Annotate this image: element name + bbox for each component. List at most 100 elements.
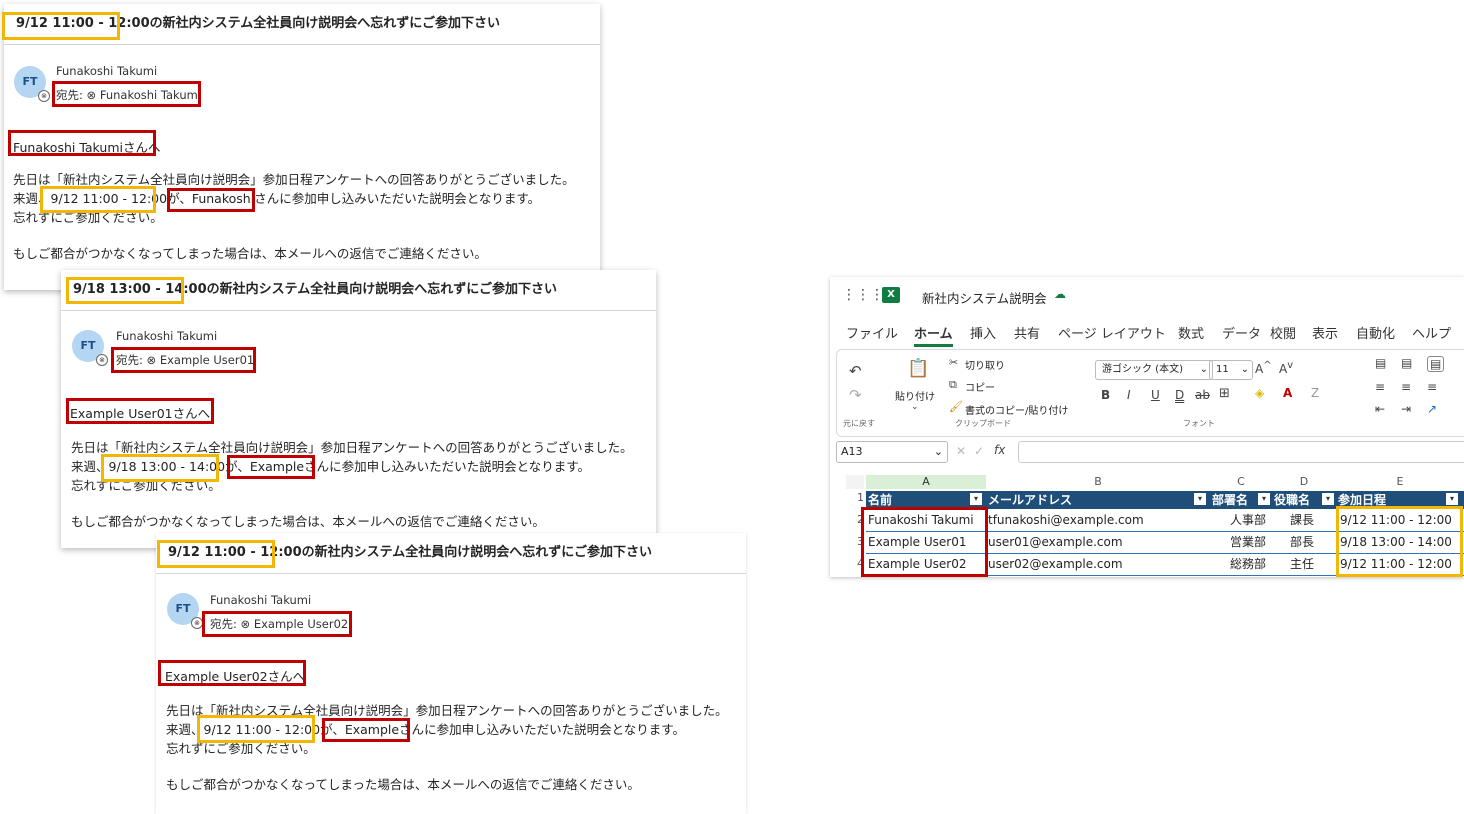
font-name-select[interactable]: 游ゴシック (本文) ⌄ bbox=[1095, 360, 1213, 380]
cell-email[interactable]: user02@example.com bbox=[988, 553, 1123, 575]
underline-icon[interactable]: U bbox=[1151, 388, 1160, 402]
column-header-d[interactable]: D bbox=[1272, 475, 1336, 489]
cell-title[interactable]: 課長 bbox=[1290, 509, 1314, 531]
copy-label[interactable]: コピー bbox=[965, 379, 995, 394]
cell-title[interactable]: 部長 bbox=[1290, 531, 1314, 553]
check-icon[interactable]: ✓ bbox=[974, 444, 984, 458]
subject-text: の新社内システム全社員向け説明会へ忘れずにご参加下さい bbox=[301, 545, 652, 560]
undo-group-label: 元に戻す bbox=[843, 419, 875, 428]
font-name-value: 游ゴシック (本文) bbox=[1102, 364, 1183, 375]
tab-data[interactable]: データ bbox=[1222, 323, 1261, 342]
decrease-font-icon[interactable]: Av bbox=[1279, 360, 1293, 376]
cut-icon[interactable]: ✂ bbox=[949, 356, 958, 369]
name-box[interactable]: A13 ⌄ bbox=[836, 441, 948, 463]
column-header-a[interactable]: A bbox=[866, 475, 986, 489]
app-launcher-icon[interactable]: ⋮⋮⋮ bbox=[842, 287, 884, 303]
filter-icon[interactable]: ▾ bbox=[1194, 493, 1206, 505]
highlight-body-name-1 bbox=[167, 188, 255, 212]
indent-increase-icon[interactable]: ⇥ bbox=[1401, 402, 1411, 416]
paste-label[interactable]: 貼り付け bbox=[895, 388, 935, 403]
highlight-body-name-3 bbox=[322, 718, 410, 742]
header-cell-department[interactable]: 部署名 bbox=[1212, 491, 1248, 509]
column-header-b[interactable]: B bbox=[986, 475, 1210, 489]
tab-home[interactable]: ホーム bbox=[914, 323, 953, 347]
highlight-greeting-3 bbox=[158, 660, 306, 686]
align-right-icon[interactable]: ≡ bbox=[1427, 380, 1437, 394]
line2-suffix: に参加申し込みいただいた説明会となります。 bbox=[424, 722, 685, 737]
font-size-select[interactable]: 11 ⌄ bbox=[1209, 360, 1253, 380]
increase-font-icon[interactable]: A^ bbox=[1255, 360, 1272, 376]
cell-email[interactable]: tfunakoshi@example.com bbox=[988, 509, 1144, 531]
function-icon[interactable]: fx bbox=[994, 443, 1005, 457]
tab-share[interactable]: 共有 bbox=[1014, 323, 1040, 342]
header-cell-title[interactable]: 役職名 bbox=[1274, 491, 1310, 509]
format-painter-icon[interactable]: 🖌 bbox=[949, 400, 963, 413]
highlight-recipient-3 bbox=[202, 611, 352, 637]
align-bottom-icon[interactable]: ▤ bbox=[1427, 356, 1445, 372]
tab-help[interactable]: ヘルプ bbox=[1412, 323, 1451, 342]
italic-icon[interactable]: I bbox=[1127, 388, 1131, 402]
highlight-body-name-2 bbox=[227, 455, 315, 479]
select-all-corner[interactable] bbox=[846, 475, 864, 489]
highlight-subject-date-3 bbox=[157, 540, 275, 568]
email-body: 先日は「新社内システム全社員向け説明会」参加日程アンケートへの回答ありがとうござ… bbox=[71, 438, 633, 531]
undo-icon[interactable]: ↶ bbox=[849, 362, 862, 380]
cell-department[interactable]: 総務部 bbox=[1230, 553, 1266, 575]
bold-icon[interactable]: B bbox=[1101, 388, 1110, 402]
header-cell-email[interactable]: メールアドレス bbox=[988, 491, 1072, 509]
tab-page-layout[interactable]: ページ レイアウト bbox=[1058, 323, 1166, 342]
avatar-overlay: ⊗ bbox=[72, 330, 108, 366]
copy-icon[interactable]: ⧉ bbox=[949, 378, 957, 392]
filter-icon[interactable]: ▾ bbox=[1446, 493, 1458, 505]
presence-icon: ⊗ bbox=[38, 90, 50, 102]
tab-formulas[interactable]: 数式 bbox=[1178, 323, 1204, 342]
tab-view[interactable]: 表示 bbox=[1312, 323, 1338, 342]
avatar-overlay: ⊗ bbox=[14, 66, 50, 102]
clear-format-icon[interactable]: Z bbox=[1311, 386, 1319, 400]
tab-automate[interactable]: 自動化 bbox=[1356, 323, 1395, 342]
subject-text: の新社内システム全社員向け説明会へ忘れずにご参加下さい bbox=[206, 282, 557, 297]
tab-review[interactable]: 校閲 bbox=[1270, 323, 1296, 342]
cell-email[interactable]: user01@example.com bbox=[988, 531, 1123, 553]
formula-input[interactable] bbox=[1018, 441, 1464, 463]
indent-decrease-icon[interactable]: ⇤ bbox=[1375, 402, 1385, 416]
body-line-4: もしご都合がつかなくなってしまった場合は、本メールへの返信でご連絡ください。 bbox=[166, 777, 640, 792]
double-underline-icon[interactable]: D bbox=[1175, 388, 1184, 402]
align-left-icon[interactable]: ≡ bbox=[1375, 380, 1385, 394]
font-group-label: フォント bbox=[1183, 419, 1215, 428]
avatar-overlay: ⊗ bbox=[167, 593, 203, 629]
font-color-icon[interactable]: A bbox=[1283, 386, 1292, 400]
filter-icon[interactable]: ▾ bbox=[1258, 493, 1270, 505]
chevron-down-icon[interactable]: ⌄ bbox=[911, 402, 919, 412]
align-center-icon[interactable]: ≡ bbox=[1401, 380, 1411, 394]
cell-title[interactable]: 主任 bbox=[1290, 553, 1314, 575]
sender-name: Funakoshi Takumi bbox=[56, 64, 158, 78]
strikethrough-icon[interactable]: ab bbox=[1195, 388, 1210, 402]
tab-insert[interactable]: 挿入 bbox=[970, 323, 996, 342]
orientation-icon[interactable]: ↗ bbox=[1427, 402, 1437, 416]
align-middle-icon[interactable]: ▤ bbox=[1401, 356, 1412, 370]
excel-logo-icon: X bbox=[882, 287, 900, 303]
tab-file[interactable]: ファイル bbox=[846, 323, 898, 342]
cancel-icon[interactable]: ✕ bbox=[956, 444, 966, 458]
cut-label[interactable]: 切り取り bbox=[965, 357, 1005, 372]
workbook-title[interactable]: 新社内システム説明会 bbox=[922, 288, 1047, 307]
column-header-c[interactable]: C bbox=[1210, 475, 1272, 489]
highlight-body-date-2 bbox=[101, 454, 219, 482]
fill-color-icon[interactable]: ◈ bbox=[1255, 386, 1264, 400]
align-top-icon[interactable]: ▤ bbox=[1375, 356, 1386, 370]
redo-icon[interactable]: ↷ bbox=[849, 386, 862, 404]
highlight-greeting-1 bbox=[8, 130, 156, 156]
sender-name: Funakoshi Takumi bbox=[116, 329, 218, 343]
highlight-body-date-1 bbox=[40, 186, 156, 213]
cell-department[interactable]: 営業部 bbox=[1230, 531, 1266, 553]
filter-icon[interactable]: ▾ bbox=[1322, 493, 1334, 505]
subject-text: の新社内システム全社員向け説明会へ忘れずにご参加下さい bbox=[149, 16, 500, 31]
column-header-e[interactable]: E bbox=[1336, 475, 1464, 489]
cell-department[interactable]: 人事部 bbox=[1230, 509, 1266, 531]
filter-icon[interactable]: ▾ bbox=[970, 493, 982, 505]
format-painter-label[interactable]: 書式のコピー/貼り付け bbox=[965, 402, 1068, 417]
email-body: 先日は「新社内システム全社員向け説明会」参加日程アンケートへの回答ありがとうござ… bbox=[13, 170, 575, 263]
borders-icon[interactable]: ⊞ bbox=[1219, 386, 1230, 401]
paste-icon[interactable]: 📋 bbox=[907, 358, 929, 379]
